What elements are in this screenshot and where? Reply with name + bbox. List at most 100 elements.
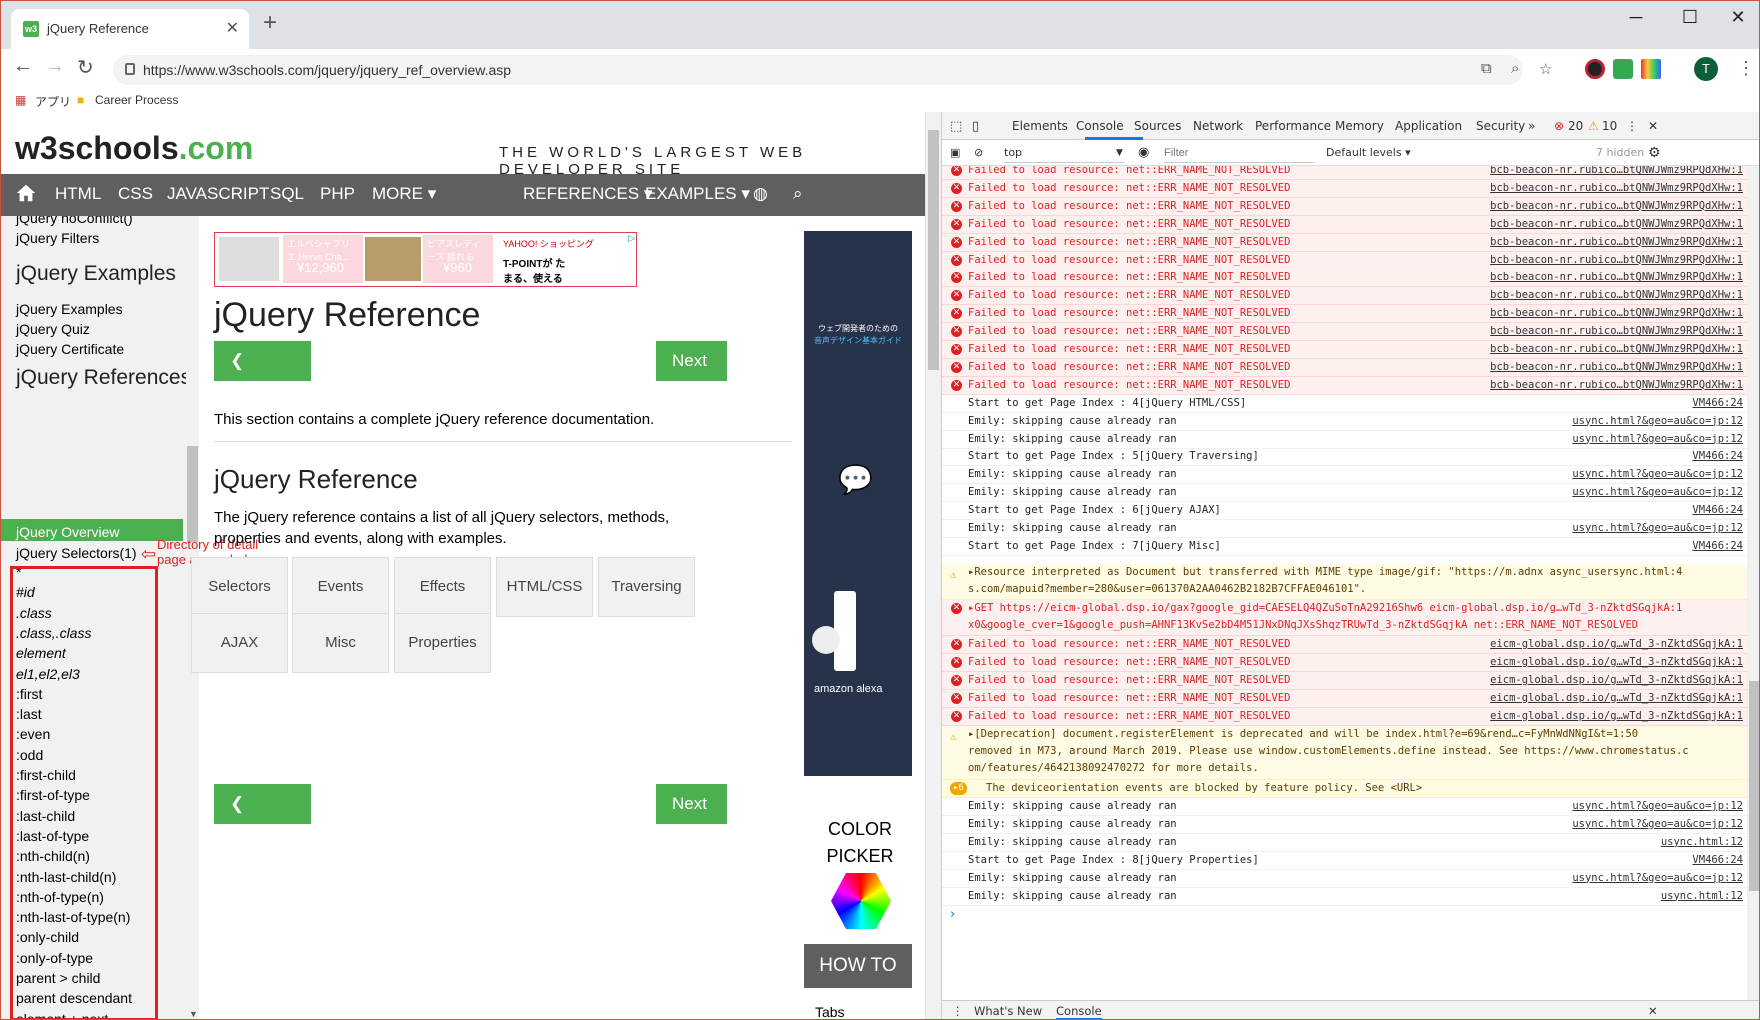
- console-source-link[interactable]: usync.html?&geo=au&co=jp:12: [1572, 816, 1743, 833]
- nav-css[interactable]: CSS: [118, 184, 153, 204]
- sidebar-item-certificate[interactable]: jQuery Certificate: [16, 341, 124, 357]
- console-source-link[interactable]: VM466:24: [1692, 395, 1743, 412]
- console-source-link[interactable]: usync.html?&geo=au&co=jp:12: [1572, 870, 1743, 887]
- sidebar-item-quiz[interactable]: jQuery Quiz: [16, 321, 90, 337]
- console-source-link[interactable]: bcb-beacon-nr.rubico…btQNWJWmz9RPQdXHw:1: [1490, 180, 1743, 197]
- sidebar-item-examples[interactable]: jQuery Examples: [16, 301, 123, 317]
- extension-download-icon[interactable]: [1613, 59, 1633, 79]
- adchoices-icon[interactable]: ▷: [628, 233, 635, 244]
- console-source-link[interactable]: VM466:24: [1692, 538, 1743, 555]
- console-source-link[interactable]: usync.html:12: [1661, 834, 1743, 851]
- context-selector[interactable]: top: [1004, 143, 1124, 163]
- card-properties[interactable]: Properties: [394, 613, 491, 673]
- zoom-icon[interactable]: ⌕: [1511, 60, 1519, 77]
- profile-avatar[interactable]: T: [1694, 57, 1718, 81]
- console-source-link[interactable]: bcb-beacon-nr.rubico…btQNWJWmz9RPQdXHw:1: [1490, 166, 1743, 179]
- search-icon[interactable]: ⌕: [793, 184, 803, 204]
- tab-network[interactable]: Network: [1193, 119, 1243, 133]
- drawer-tab-whats-new[interactable]: What's New: [974, 1004, 1042, 1018]
- console-source-link[interactable]: usync.html?&geo=au&co=jp:12: [1572, 466, 1743, 483]
- nav-references[interactable]: REFERENCES ▾: [523, 184, 652, 204]
- console-source-link[interactable]: eicm-global.dsp.io/g…wTd_3-nZktdSGqjkA:1: [1490, 672, 1743, 689]
- page-scrollbar[interactable]: [925, 112, 941, 1019]
- nav-php[interactable]: PHP: [320, 184, 355, 204]
- devtools-menu-icon[interactable]: ⋮: [1626, 119, 1638, 133]
- console-source-link[interactable]: bcb-beacon-nr.rubico…btQNWJWmz9RPQdXHw:1: [1490, 341, 1743, 358]
- console-source-link[interactable]: VM466:24: [1692, 448, 1743, 465]
- console-source-link[interactable]: bcb-beacon-nr.rubico…btQNWJWmz9RPQdXHw:1: [1490, 234, 1743, 251]
- forward-icon[interactable]: →: [45, 55, 65, 78]
- inspect-icon[interactable]: ⬚: [950, 119, 962, 134]
- drawer-tab-console[interactable]: Console: [1056, 1004, 1102, 1019]
- nav-javascript[interactable]: JAVASCRIPT: [167, 184, 269, 204]
- howto-tabs[interactable]: Tabs: [815, 1004, 845, 1019]
- color-picker-label[interactable]: COLOR PICKER: [801, 816, 919, 870]
- new-tab-icon[interactable]: +: [263, 11, 277, 35]
- error-count[interactable]: 20: [1568, 119, 1583, 133]
- alexa-ad[interactable]: ウェブ開発者のための 音声デザイン基本ガイド 💬 amazon alexa: [804, 231, 912, 776]
- address-bar[interactable]: https://www.w3schools.com/jquery/jquery_…: [113, 55, 1552, 85]
- console-source-link[interactable]: eicm-global.dsp.io/g…wTd_3-nZktdSGqjkA:1: [1490, 636, 1743, 653]
- console-source-link[interactable]: eicm-global.dsp.io/g…wTd_3-nZktdSGqjkA:1: [1490, 708, 1743, 725]
- w3schools-logo[interactable]: w3schools.com: [15, 130, 253, 167]
- sidebar-item-noconflict[interactable]: jQuery noConflict(): [16, 216, 133, 226]
- clear-console-icon[interactable]: ⊘: [974, 143, 983, 163]
- tab-memory[interactable]: Memory: [1335, 119, 1384, 133]
- howto-label[interactable]: HOW TO: [804, 944, 912, 988]
- console-source-link[interactable]: bcb-beacon-nr.rubico…btQNWJWmz9RPQdXHw:1: [1490, 305, 1743, 322]
- bookmark-star-icon[interactable]: ☆: [1539, 60, 1552, 78]
- console-source-link[interactable]: usync.html?&geo=au&co=jp:12: [1572, 520, 1743, 537]
- nav-examples[interactable]: EXAMPLES ▾: [645, 184, 750, 204]
- drawer-close-icon[interactable]: ✕: [1648, 1004, 1658, 1018]
- console-settings-icon[interactable]: ⚙: [1648, 143, 1661, 163]
- filter-input[interactable]: [1164, 143, 1314, 163]
- minimize-icon[interactable]: ─: [1621, 7, 1651, 28]
- home-icon[interactable]: [15, 182, 37, 204]
- tab-close-icon[interactable]: ✕: [226, 18, 239, 38]
- tab-elements[interactable]: Elements: [1012, 119, 1068, 133]
- tab-console[interactable]: Console: [1076, 119, 1124, 133]
- card-effects[interactable]: Effects: [394, 557, 491, 617]
- card-selectors[interactable]: Selectors: [191, 557, 288, 617]
- tab-performance[interactable]: Performance: [1255, 119, 1331, 133]
- log-levels-dropdown[interactable]: Default levels ▾: [1326, 143, 1411, 163]
- next-button-top[interactable]: Next ❯: [656, 341, 727, 410]
- console-source-link[interactable]: bcb-beacon-nr.rubico…btQNWJWmz9RPQdXHw:1: [1490, 269, 1743, 286]
- tab-security[interactable]: Security: [1476, 119, 1525, 133]
- console-prompt[interactable]: ›: [950, 907, 955, 922]
- previous-button-top[interactable]: ❮ Previous: [214, 341, 311, 410]
- console-scrollbar[interactable]: [1747, 166, 1759, 1000]
- bookmark-apps[interactable]: アプリ: [35, 93, 71, 110]
- context-dropdown-icon[interactable]: ▼: [1116, 143, 1123, 163]
- drawer-menu-icon[interactable]: ⋮: [952, 1004, 964, 1018]
- console-source-link[interactable]: eicm-global.dsp.io/g…wTd_3-nZktdSGqjkA:1: [1490, 654, 1743, 671]
- console-source-link[interactable]: usync.html?&geo=au&co=jp:12: [1572, 431, 1743, 448]
- console-source-link[interactable]: usync.html:12: [1661, 888, 1743, 905]
- window-close-icon[interactable]: ✕: [1723, 7, 1753, 28]
- console-source-link[interactable]: bcb-beacon-nr.rubico…btQNWJWmz9RPQdXHw:1: [1490, 359, 1743, 376]
- console-source-link[interactable]: usync.html?&geo=au&co=jp:12: [1572, 484, 1743, 501]
- console-scroll-thumb[interactable]: [1749, 681, 1759, 891]
- globe-icon[interactable]: ◍: [753, 184, 768, 204]
- nav-html[interactable]: HTML: [55, 184, 101, 204]
- console-source-link[interactable]: bcb-beacon-nr.rubico…btQNWJWmz9RPQdXHw:1: [1490, 287, 1743, 304]
- console-source-link[interactable]: bcb-beacon-nr.rubico…btQNWJWmz9RPQdXHw:1: [1490, 323, 1743, 340]
- banner-ad[interactable]: エルベシャプリエ Herve Cha... ¥12,960 ピアスレディース 揺…: [214, 232, 637, 287]
- sidebar-item-filters[interactable]: jQuery Filters: [16, 230, 99, 246]
- nav-sql[interactable]: SQL: [270, 184, 304, 204]
- reload-icon[interactable]: ↻: [77, 55, 94, 80]
- sidebar-toggle-icon[interactable]: ▣: [950, 143, 960, 163]
- scroll-down-arrow-icon[interactable]: ▼: [189, 1009, 198, 1019]
- repeat-badge[interactable]: ▸6: [950, 782, 967, 795]
- page-scroll-thumb[interactable]: [928, 130, 939, 370]
- console-source-link[interactable]: eicm-global.dsp.io/g…wTd_3-nZktdSGqjkA:1: [1490, 690, 1743, 707]
- previous-button-bottom[interactable]: ❮ Previous: [214, 784, 311, 853]
- extension-color-icon[interactable]: [1585, 59, 1605, 79]
- eye-icon[interactable]: ◉: [1138, 143, 1149, 163]
- card-htmlcss[interactable]: HTML/CSS: [496, 557, 593, 617]
- console-source-link[interactable]: bcb-beacon-nr.rubico…btQNWJWmz9RPQdXHw:1: [1490, 252, 1743, 269]
- translate-icon[interactable]: ⧉: [1481, 60, 1492, 77]
- console-source-link[interactable]: VM466:24: [1692, 852, 1743, 869]
- more-tabs-icon[interactable]: »: [1528, 119, 1535, 133]
- back-icon[interactable]: ←: [13, 55, 33, 78]
